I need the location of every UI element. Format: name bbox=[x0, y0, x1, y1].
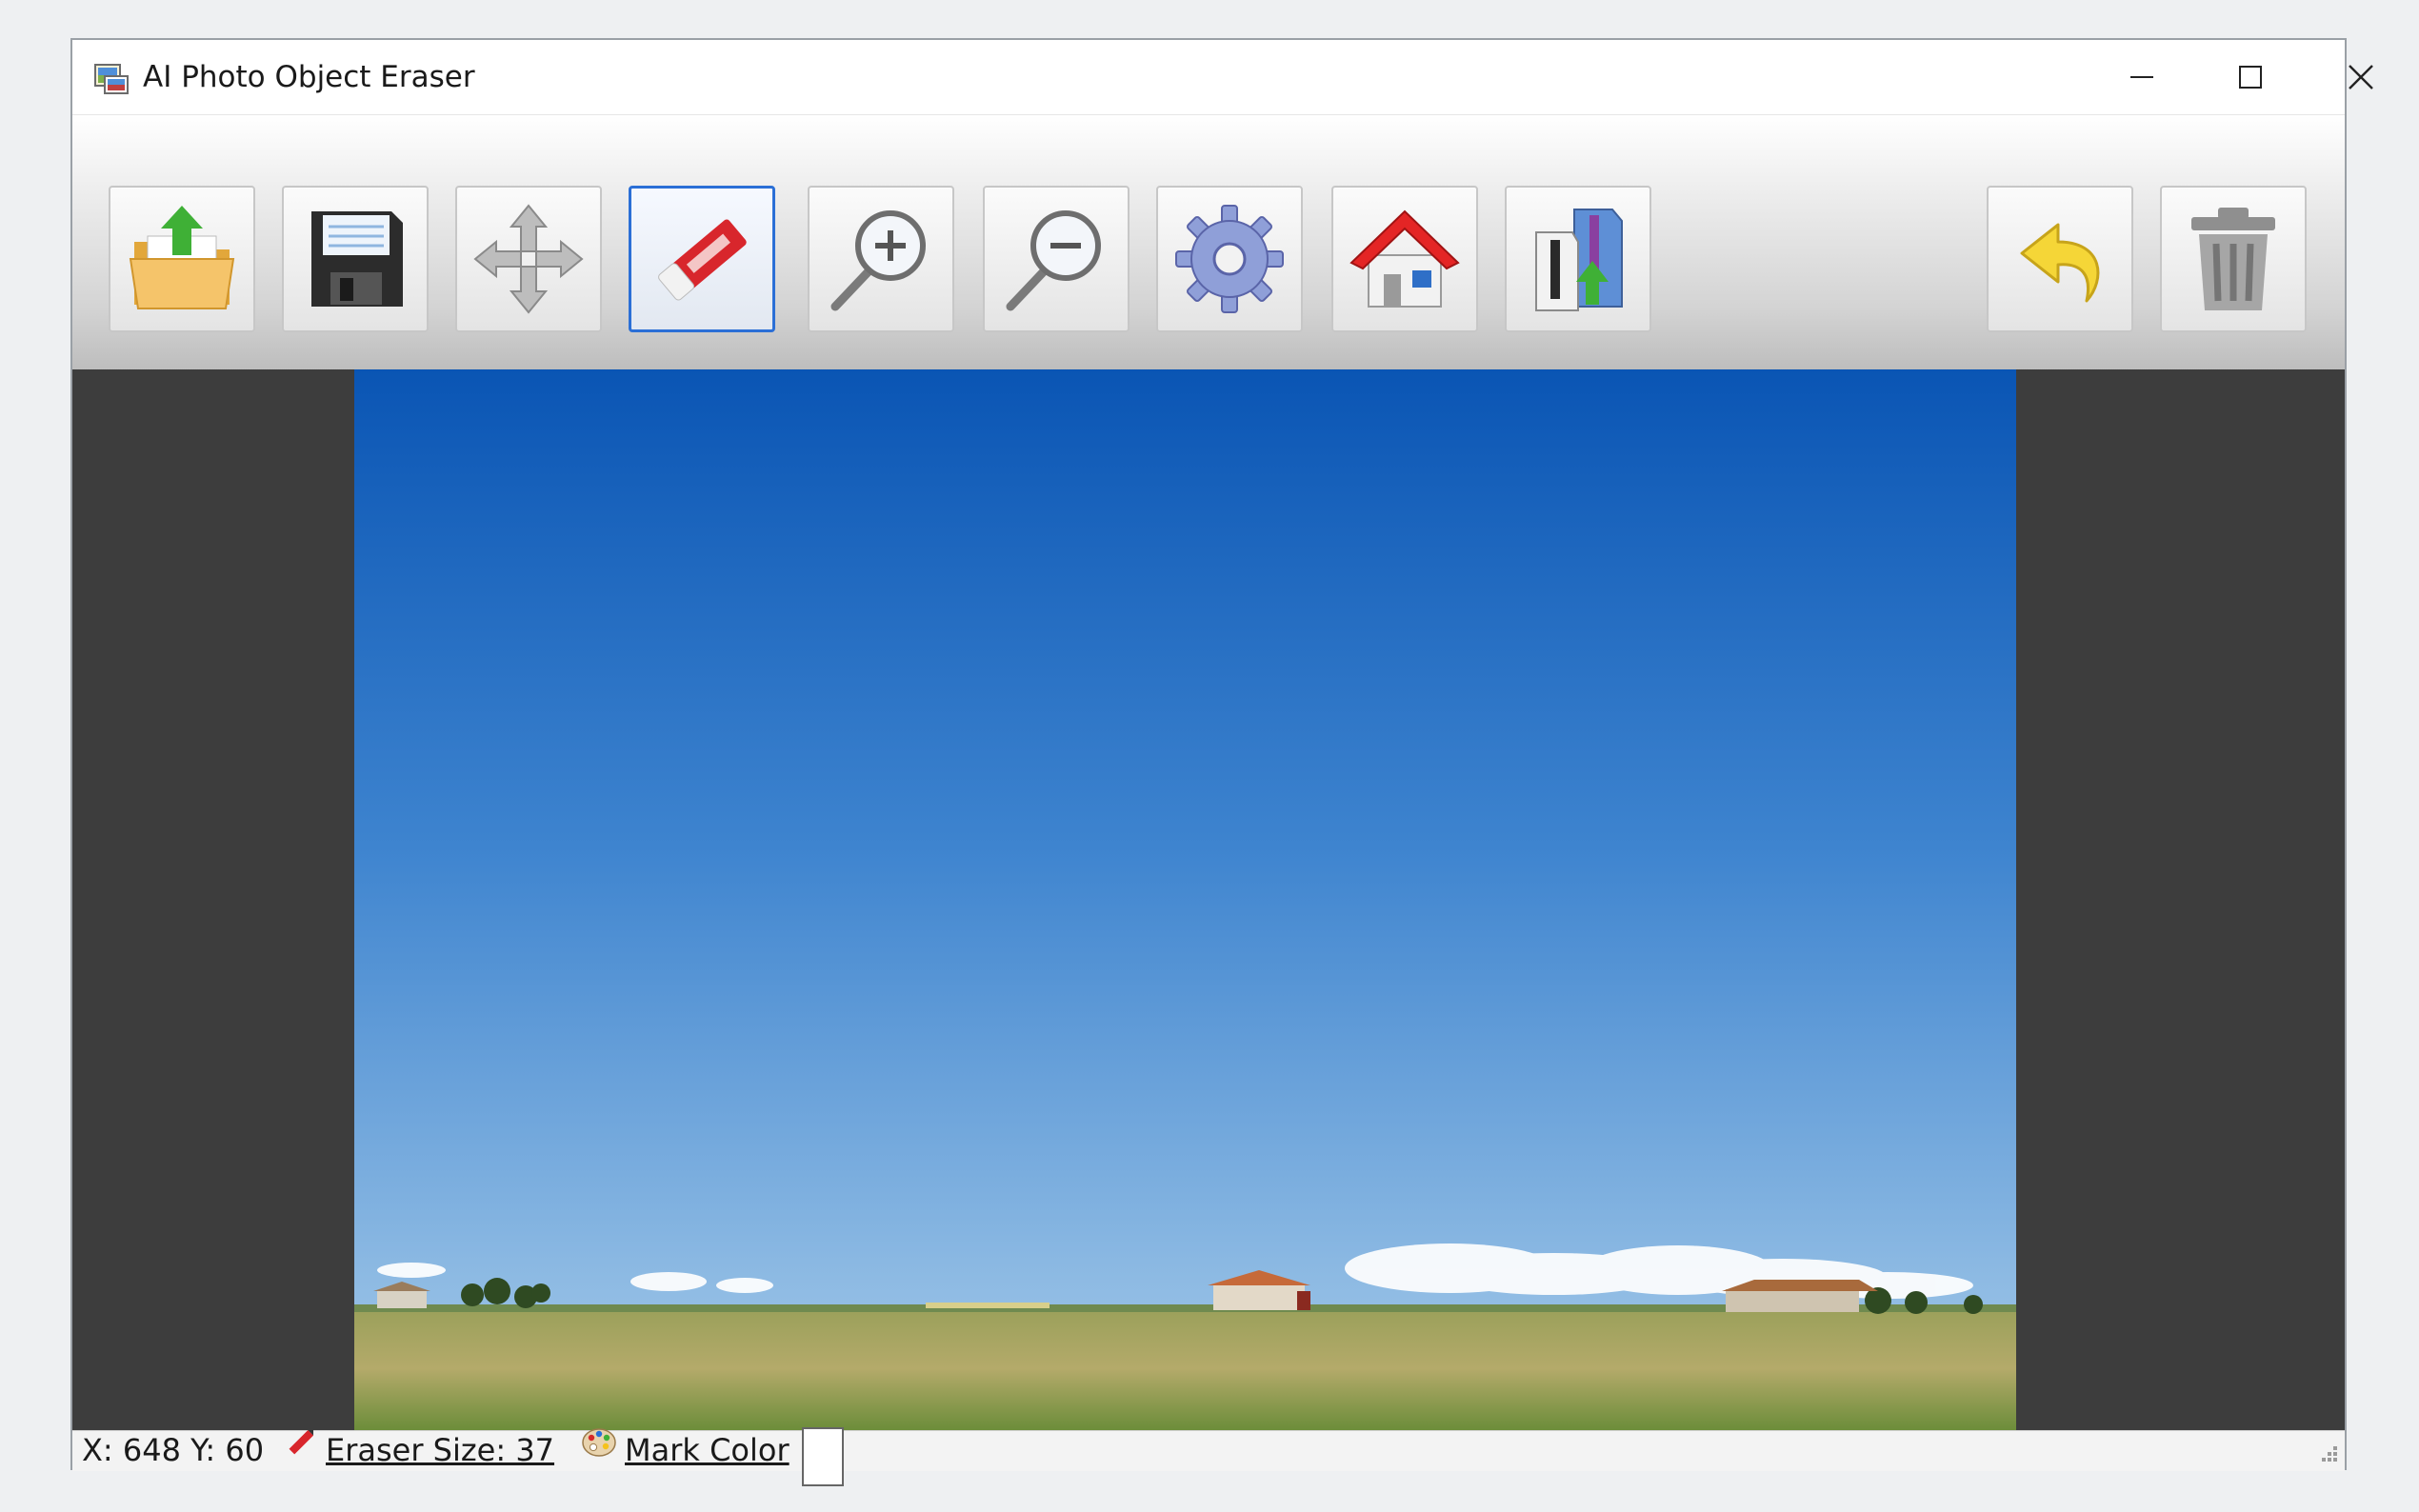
close-button[interactable] bbox=[2309, 40, 2413, 114]
zoom-out-button[interactable] bbox=[983, 186, 1130, 332]
maximize-button[interactable] bbox=[2198, 40, 2303, 114]
home-button[interactable] bbox=[1331, 186, 1478, 332]
landscape-photo[interactable] bbox=[354, 369, 2016, 1430]
open-folder-icon bbox=[129, 206, 235, 309]
resize-grip-icon[interactable] bbox=[2312, 1441, 2339, 1467]
eraser-icon bbox=[658, 219, 747, 301]
app-logo-icon bbox=[94, 64, 129, 94]
cursor-coordinates: X: 648 Y: 60 bbox=[82, 1432, 265, 1468]
status-bar: X: 648 Y: 60 Eraser Size: 37 Mark Color bbox=[72, 1427, 2345, 1486]
zoom-in-icon bbox=[830, 210, 926, 311]
settings-button[interactable] bbox=[1156, 186, 1303, 332]
shirts-upload-icon bbox=[1535, 209, 1623, 311]
maximize-icon bbox=[2239, 66, 2262, 89]
save-image-button[interactable] bbox=[282, 186, 429, 332]
landscape-image bbox=[354, 369, 2016, 1430]
gear-icon bbox=[1175, 205, 1284, 313]
toolbar bbox=[72, 114, 2345, 370]
zoom-in-button[interactable] bbox=[808, 186, 954, 332]
close-icon bbox=[2349, 65, 2373, 90]
open-image-button[interactable] bbox=[109, 186, 255, 332]
eraser-tool-button[interactable] bbox=[629, 186, 775, 332]
mark-color-swatch[interactable] bbox=[802, 1427, 844, 1486]
move-tool-button[interactable] bbox=[455, 186, 602, 332]
minimize-icon bbox=[2130, 76, 2153, 78]
image-canvas[interactable] bbox=[72, 369, 2345, 1430]
upgrade-button[interactable] bbox=[1505, 186, 1651, 332]
delete-button[interactable] bbox=[2160, 186, 2307, 332]
eraser-size-link[interactable]: Eraser Size: 37 bbox=[326, 1410, 554, 1468]
zoom-out-icon bbox=[1006, 210, 1101, 311]
palette-icon bbox=[582, 1428, 616, 1457]
trash-can-icon bbox=[2191, 208, 2275, 310]
app-window: AI Photo Object Eraser X: 648 Y: 60 Eras… bbox=[70, 38, 2373, 1486]
home-icon bbox=[1349, 209, 1460, 308]
mark-color-link[interactable]: Mark Color bbox=[625, 1410, 790, 1468]
undo-arrow-icon bbox=[2020, 223, 2100, 303]
window-title: AI Photo Object Eraser bbox=[143, 60, 475, 94]
floppy-disk-icon bbox=[311, 211, 403, 307]
title-bar[interactable]: AI Photo Object Eraser bbox=[72, 40, 2373, 114]
pencil-icon bbox=[289, 1429, 314, 1455]
undo-button[interactable] bbox=[1987, 186, 2133, 332]
move-arrows-icon bbox=[473, 204, 584, 314]
minimize-button[interactable] bbox=[2089, 40, 2194, 114]
